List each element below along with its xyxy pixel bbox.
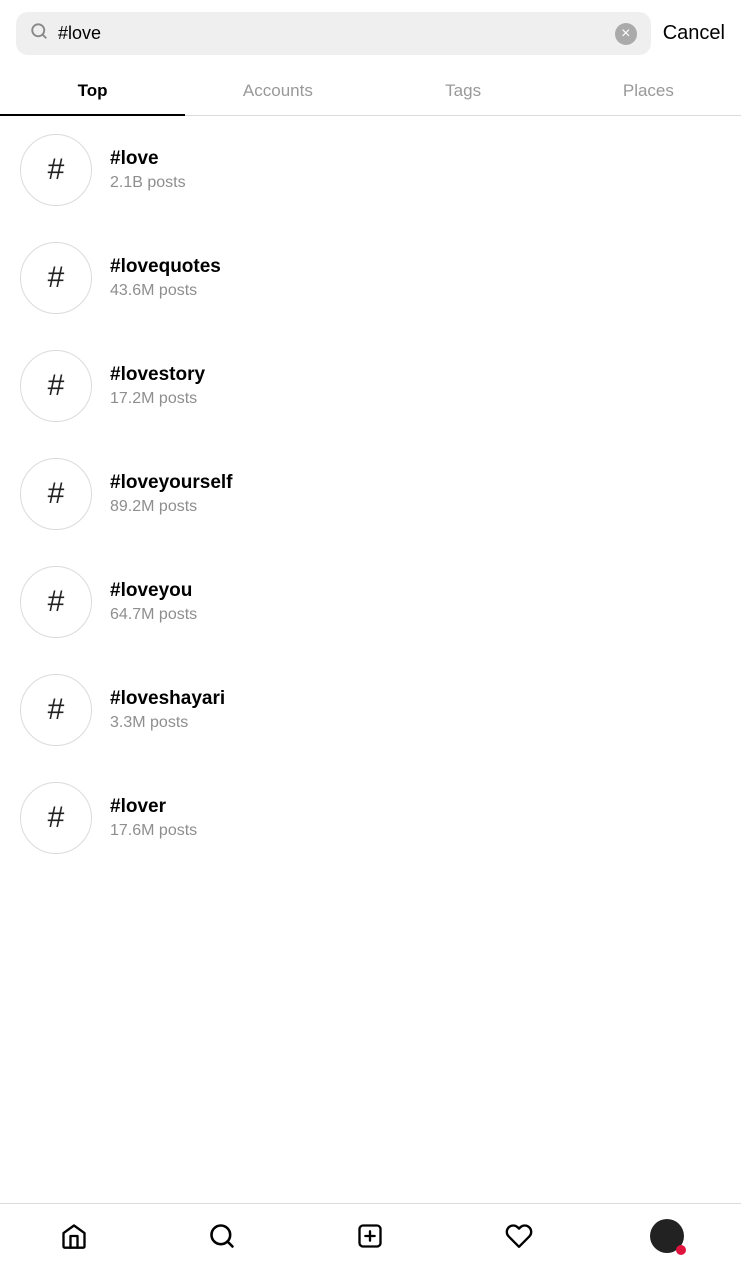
nav-activity[interactable] — [494, 1216, 544, 1256]
hashtag-name: #lover — [110, 796, 197, 818]
nav-search[interactable] — [197, 1216, 247, 1256]
hashtag-symbol: # — [48, 153, 65, 187]
hashtag-symbol: # — [48, 261, 65, 295]
hashtag-list-item[interactable]: # #lovequotes 43.6M posts — [0, 224, 741, 332]
nav-home[interactable] — [49, 1216, 99, 1256]
hashtag-info: #loveshayari 3.3M posts — [110, 688, 225, 732]
hashtag-info: #lover 17.6M posts — [110, 796, 197, 840]
content-area: # #love 2.1B posts # #lovequotes 43.6M p… — [0, 116, 741, 1203]
hashtag-symbol: # — [48, 477, 65, 511]
bottom-nav — [0, 1203, 741, 1280]
hashtag-icon-circle: # — [20, 458, 92, 530]
hashtag-icon-circle: # — [20, 566, 92, 638]
search-nav-icon — [208, 1222, 236, 1250]
post-icon — [356, 1222, 384, 1250]
hashtag-name: #lovequotes — [110, 256, 221, 278]
search-query-text: #love — [58, 23, 605, 44]
hashtag-list-item[interactable]: # #love 2.1B posts — [0, 116, 741, 224]
cancel-button[interactable]: Cancel — [663, 22, 725, 45]
hashtag-info: #loveyou 64.7M posts — [110, 580, 197, 624]
hashtag-name: #loveyou — [110, 580, 197, 602]
hashtag-icon-circle: # — [20, 134, 92, 206]
tab-bar: Top Accounts Tags Places — [0, 67, 741, 116]
search-bar: #love Cancel — [0, 0, 741, 67]
hashtag-post-count: 2.1B posts — [110, 174, 186, 192]
hashtag-name: #love — [110, 148, 186, 170]
hashtag-post-count: 64.7M posts — [110, 606, 197, 624]
hashtag-symbol: # — [48, 585, 65, 619]
hashtag-list-item[interactable]: # #loveyou 64.7M posts — [0, 548, 741, 656]
hashtag-post-count: 17.6M posts — [110, 822, 197, 840]
hashtag-post-count: 17.2M posts — [110, 390, 205, 408]
hashtag-list-item[interactable]: # #lover 17.6M posts — [0, 764, 741, 872]
clear-search-button[interactable] — [615, 23, 637, 45]
hashtag-post-count: 43.6M posts — [110, 282, 221, 300]
hashtag-info: #lovestory 17.2M posts — [110, 364, 205, 408]
hashtag-name: #lovestory — [110, 364, 205, 386]
hashtag-list-item[interactable]: # #lovestory 17.2M posts — [0, 332, 741, 440]
tab-tags[interactable]: Tags — [371, 67, 556, 115]
hashtag-symbol: # — [48, 369, 65, 403]
tab-accounts[interactable]: Accounts — [185, 67, 370, 115]
tab-places[interactable]: Places — [556, 67, 741, 115]
nav-post[interactable] — [345, 1216, 395, 1256]
hashtag-list-item[interactable]: # #loveyourself 89.2M posts — [0, 440, 741, 548]
hashtag-list: # #love 2.1B posts # #lovequotes 43.6M p… — [0, 116, 741, 872]
hashtag-info: #love 2.1B posts — [110, 148, 186, 192]
hashtag-icon-circle: # — [20, 350, 92, 422]
hashtag-icon-circle: # — [20, 782, 92, 854]
hashtag-name: #loveshayari — [110, 688, 225, 710]
hashtag-symbol: # — [48, 801, 65, 835]
hashtag-list-item[interactable]: # #loveshayari 3.3M posts — [0, 656, 741, 764]
search-icon — [30, 22, 48, 45]
hashtag-name: #loveyourself — [110, 472, 233, 494]
nav-profile[interactable] — [642, 1216, 692, 1256]
heart-icon — [505, 1222, 533, 1250]
hashtag-post-count: 89.2M posts — [110, 498, 233, 516]
hashtag-post-count: 3.3M posts — [110, 714, 225, 732]
hashtag-info: #loveyourself 89.2M posts — [110, 472, 233, 516]
hashtag-icon-circle: # — [20, 242, 92, 314]
hashtag-icon-circle: # — [20, 674, 92, 746]
hashtag-info: #lovequotes 43.6M posts — [110, 256, 221, 300]
tab-top[interactable]: Top — [0, 67, 185, 115]
hashtag-symbol: # — [48, 693, 65, 727]
profile-avatar — [650, 1219, 684, 1253]
home-icon — [60, 1222, 88, 1250]
search-input-wrapper[interactable]: #love — [16, 12, 651, 55]
